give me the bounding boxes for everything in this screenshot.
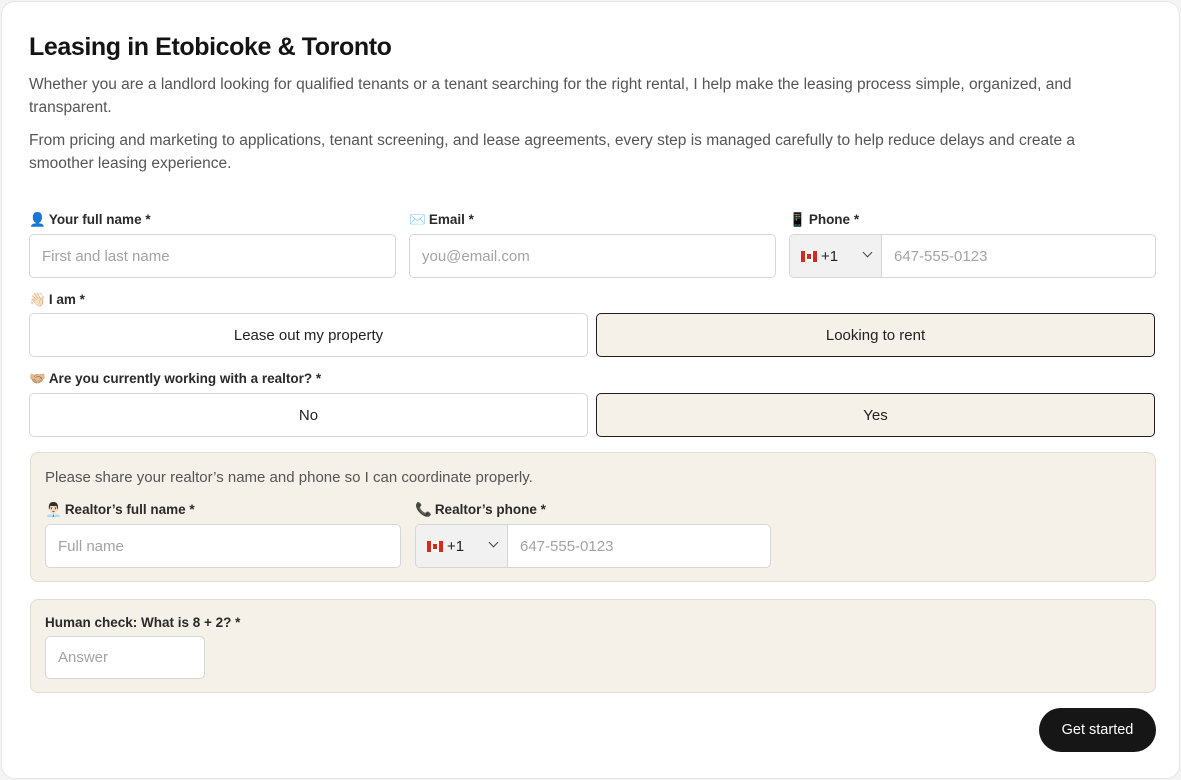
- canada-flag-icon: [427, 540, 443, 552]
- businessman-icon: 👨🏻‍💼: [45, 502, 62, 517]
- human-check-panel: Human check: What is 8 + 2? *: [30, 599, 1156, 693]
- realtor-name-label: 👨🏻‍💼 Realtor’s full name *: [45, 502, 195, 517]
- realtor-note: Please share your realtor’s name and pho…: [45, 469, 533, 486]
- page-title: Leasing in Etobicoke & Toronto: [29, 33, 392, 61]
- realtor-details-panel: Please share your realtor’s name and pho…: [30, 452, 1156, 582]
- lease-out-option[interactable]: Lease out my property: [29, 313, 588, 357]
- realtor-yes-option[interactable]: Yes: [596, 393, 1155, 437]
- realtor-country-code-select[interactable]: +1: [416, 525, 508, 567]
- phone-label: 📱 Phone *: [789, 212, 860, 227]
- realtor-phone-input[interactable]: [508, 525, 770, 567]
- realtor-phone-field: +1: [415, 524, 771, 568]
- chevron-down-icon: [862, 247, 873, 258]
- looking-to-rent-option[interactable]: Looking to rent: [596, 313, 1155, 357]
- handshake-icon: 🤝🏼: [29, 371, 46, 386]
- phone-input[interactable]: [882, 235, 1155, 277]
- human-check-label: Human check: What is 8 + 2? *: [45, 615, 241, 630]
- realtor-question-label: 🤝🏼 Are you currently working with a realt…: [29, 371, 322, 386]
- process-paragraph: From pricing and marketing to applicatio…: [29, 132, 1075, 172]
- phone-field: +1: [789, 234, 1156, 278]
- get-started-button[interactable]: Get started: [1039, 708, 1156, 752]
- realtor-no-option[interactable]: No: [29, 393, 588, 437]
- email-input[interactable]: [409, 234, 776, 278]
- full-name-input[interactable]: [29, 234, 396, 278]
- country-code-select[interactable]: +1: [790, 235, 882, 277]
- realtor-phone-label: 📞 Realtor’s phone *: [415, 502, 546, 517]
- role-label: 👋🏻 I am *: [29, 292, 85, 307]
- mobile-phone-icon: 📱: [789, 212, 806, 227]
- canada-flag-icon: [801, 250, 817, 262]
- full-name-label: 👤 Your full name *: [29, 212, 151, 227]
- realtor-name-input[interactable]: [45, 524, 401, 568]
- chevron-down-icon: [488, 537, 499, 548]
- intro-paragraph: Whether you are a landlord looking for q…: [29, 76, 1072, 116]
- person-icon: 👤: [29, 212, 46, 227]
- lead-form-card: Leasing in Etobicoke & Toronto Whether y…: [1, 1, 1180, 779]
- human-check-input[interactable]: [45, 636, 205, 679]
- waving-hand-icon: 👋🏻: [29, 292, 46, 307]
- email-label: ✉️ Email *: [409, 212, 474, 227]
- envelope-icon: ✉️: [409, 212, 426, 227]
- telephone-icon: 📞: [415, 502, 432, 517]
